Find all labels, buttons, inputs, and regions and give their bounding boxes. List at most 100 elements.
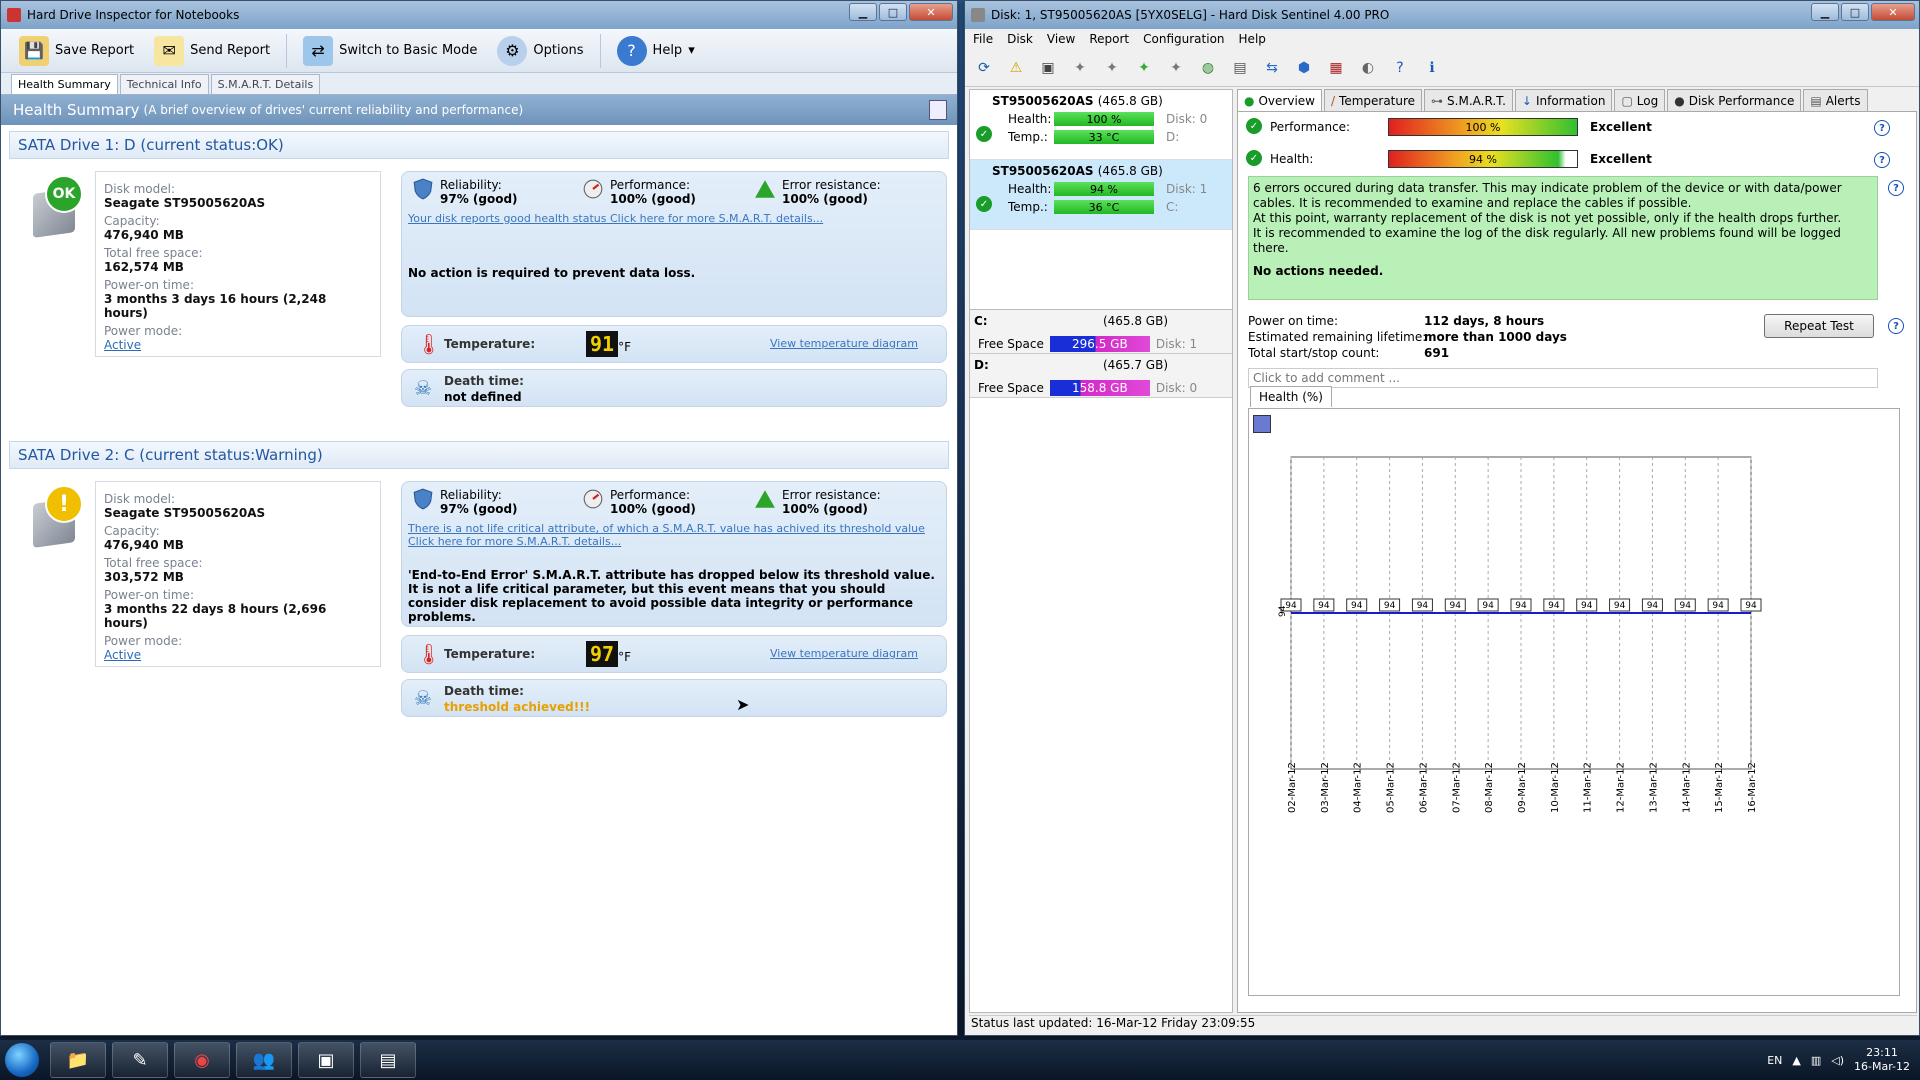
- menu-disk[interactable]: Disk: [1007, 32, 1033, 46]
- menu-configuration[interactable]: Configuration: [1143, 32, 1224, 46]
- monitor-icon[interactable]: ▦: [1323, 55, 1349, 81]
- disk-icon[interactable]: ▣: [1035, 55, 1061, 81]
- performance-metric: Performance: 100% (good): [582, 488, 696, 516]
- capacity-value: 476,940 MB: [104, 538, 184, 552]
- partition-entry[interactable]: C: (465.8 GB) Free Space 296.5 GB Disk: 1: [970, 310, 1232, 354]
- refresh-icon[interactable]: ⟳: [971, 55, 997, 81]
- disk-entry[interactable]: ST95005620AS (465.8 GB) ✓ Health: 94 % Dis…: [970, 160, 1232, 230]
- test-icon[interactable]: ✦: [1131, 55, 1157, 81]
- tab-log[interactable]: ▢ Log: [1614, 89, 1666, 111]
- death-time-panel: ☠ Death time: not defined: [401, 369, 947, 407]
- help-icon[interactable]: ?: [1874, 152, 1890, 168]
- death-time-panel: ☠ Death time: threshold achieved!!!: [401, 679, 947, 717]
- help-icon[interactable]: ?: [1888, 318, 1904, 334]
- data-label: 94: [1384, 601, 1396, 611]
- switch-mode-button[interactable]: ⇄ Switch to Basic Mode: [295, 33, 485, 69]
- info-icon[interactable]: ℹ: [1419, 55, 1445, 81]
- minimize-button[interactable]: ▁: [1811, 3, 1839, 21]
- hdi-titlebar[interactable]: Hard Drive Inspector for Notebooks ▁ □ ✕: [1, 1, 957, 29]
- tab-smart-details[interactable]: S.M.A.R.T. Details: [210, 74, 321, 94]
- sync-icon[interactable]: ⇆: [1259, 55, 1285, 81]
- x-tick-label: 14-Mar-12: [1681, 762, 1692, 813]
- test-icon[interactable]: ✦: [1163, 55, 1189, 81]
- tab-temperature[interactable]: / Temperature: [1323, 89, 1423, 111]
- speaker-icon[interactable]: ◐: [1355, 55, 1381, 81]
- power-mode-link[interactable]: Active: [104, 338, 141, 352]
- performance-metric: Performance: 100% (good): [582, 178, 696, 206]
- save-report-button[interactable]: 💾 Save Report: [11, 33, 142, 69]
- show-hidden-icons-icon[interactable]: ▲: [1792, 1054, 1800, 1067]
- document-icon[interactable]: [929, 100, 947, 120]
- network-tray-icon[interactable]: ▥: [1811, 1054, 1821, 1067]
- tab-health-summary[interactable]: Health Summary: [11, 74, 118, 94]
- comment-input[interactable]: [1248, 368, 1878, 388]
- menu-help[interactable]: Help: [1239, 32, 1266, 46]
- close-button[interactable]: ✕: [909, 3, 953, 21]
- tab-disk-performance[interactable]: ● Disk Performance: [1667, 89, 1802, 111]
- speedometer-icon: [583, 489, 603, 509]
- summary-header: Health Summary (A brief overview of driv…: [1, 95, 957, 125]
- clock[interactable]: 23:11 16-Mar-12: [1854, 1046, 1910, 1074]
- power-on-value: 112 days, 8 hours: [1424, 314, 1545, 328]
- network-icon[interactable]: ⬢: [1291, 55, 1317, 81]
- tab-technical-info[interactable]: Technical Info: [119, 74, 209, 94]
- tab-strip: ● Overview / Temperature ⊶ S.M.A.R.T. ↓ Info…: [1237, 89, 1917, 111]
- help-icon[interactable]: ?: [1888, 180, 1904, 196]
- view-temperature-link[interactable]: View temperature diagram: [770, 647, 918, 660]
- hdi-taskbar-button[interactable]: ▣: [298, 1042, 354, 1078]
- menu-view[interactable]: View: [1047, 32, 1075, 46]
- hds-titlebar[interactable]: Disk: 1, ST95005620AS [5YX0SELG] - Hard …: [965, 1, 1919, 29]
- volume-icon[interactable]: ◁): [1831, 1054, 1844, 1067]
- menu-file[interactable]: File: [973, 32, 993, 46]
- partition-entry[interactable]: D: (465.7 GB) Free Space 158.8 GB Disk: 0: [970, 354, 1232, 398]
- smart-details-link[interactable]: Your disk reports good health status Cli…: [408, 212, 938, 225]
- view-temperature-link[interactable]: View temperature diagram: [770, 337, 918, 350]
- skull-icon: ☠: [414, 686, 432, 710]
- alert-icon[interactable]: ⚠: [1003, 55, 1029, 81]
- data-label: 94: [1647, 601, 1659, 611]
- summary-title: Health Summary: [13, 101, 140, 119]
- repeat-test-button[interactable]: Repeat Test: [1764, 314, 1874, 338]
- temperature-panel: 🌡 Temperature: 97 °F View temperature dia…: [401, 635, 947, 673]
- language-indicator[interactable]: EN: [1767, 1054, 1782, 1067]
- app-icon: [971, 8, 985, 22]
- shield-icon: [413, 488, 433, 510]
- tool-icon: ✎: [132, 1049, 148, 1071]
- options-button[interactable]: ⚙ Options: [489, 33, 591, 69]
- send-report-button[interactable]: ✉ Send Report: [146, 33, 278, 69]
- smart-details-link[interactable]: There is a not life critical attribute, …: [408, 522, 938, 548]
- health-chart-area: 02-Mar-12 03-Mar-12 04-Mar-12 05-Mar-12 06-M…: [1248, 408, 1900, 996]
- help-icon[interactable]: ?: [1387, 55, 1413, 81]
- disk-entry[interactable]: ST95005620AS (465.8 GB) ✓ Health: 100 % Di…: [970, 90, 1232, 160]
- gear-icon: ⚙: [497, 35, 528, 66]
- close-button[interactable]: ✕: [1871, 3, 1915, 21]
- temp-bar: 33 °C: [1054, 130, 1154, 144]
- app-taskbar-button[interactable]: ✎: [112, 1042, 168, 1078]
- chart-tab[interactable]: Health (%): [1250, 386, 1332, 407]
- free-space-bar: 296.5 GB: [1049, 336, 1150, 352]
- users-taskbar-button[interactable]: 👥: [236, 1042, 292, 1078]
- explorer-taskbar-button[interactable]: 📁: [50, 1042, 106, 1078]
- tab-information[interactable]: ↓ Information: [1514, 89, 1613, 111]
- help-button[interactable]: ? Help ▾: [609, 33, 703, 69]
- menu-report[interactable]: Report: [1089, 32, 1129, 46]
- x-tick-label: 15-Mar-12: [1714, 762, 1725, 813]
- tab-alerts[interactable]: ▤ Alerts: [1803, 89, 1868, 111]
- hds-taskbar-button[interactable]: ▤: [360, 1042, 416, 1078]
- minimize-button[interactable]: ▁: [849, 3, 877, 21]
- tab-overview[interactable]: ● Overview: [1237, 89, 1322, 111]
- chrome-taskbar-button[interactable]: ◉: [174, 1042, 230, 1078]
- ok-check-icon: ✓: [1246, 150, 1262, 166]
- test-icon[interactable]: ✦: [1099, 55, 1125, 81]
- power-mode-link[interactable]: Active: [104, 648, 141, 662]
- status-panel: Reliability: 97% (good) Performance: 100% …: [401, 171, 947, 317]
- test-icon[interactable]: ✦: [1067, 55, 1093, 81]
- tab-smart[interactable]: ⊶ S.M.A.R.T.: [1424, 89, 1513, 111]
- maximize-button[interactable]: □: [879, 3, 907, 21]
- globe-icon[interactable]: ◍: [1195, 55, 1221, 81]
- maximize-button[interactable]: □: [1841, 3, 1869, 21]
- start-button[interactable]: [0, 1040, 44, 1080]
- report-icon[interactable]: ▤: [1227, 55, 1253, 81]
- help-icon[interactable]: ?: [1874, 120, 1890, 136]
- drive-panel: OK Disk model: Seagate ST95005620AS Capa…: [9, 159, 949, 441]
